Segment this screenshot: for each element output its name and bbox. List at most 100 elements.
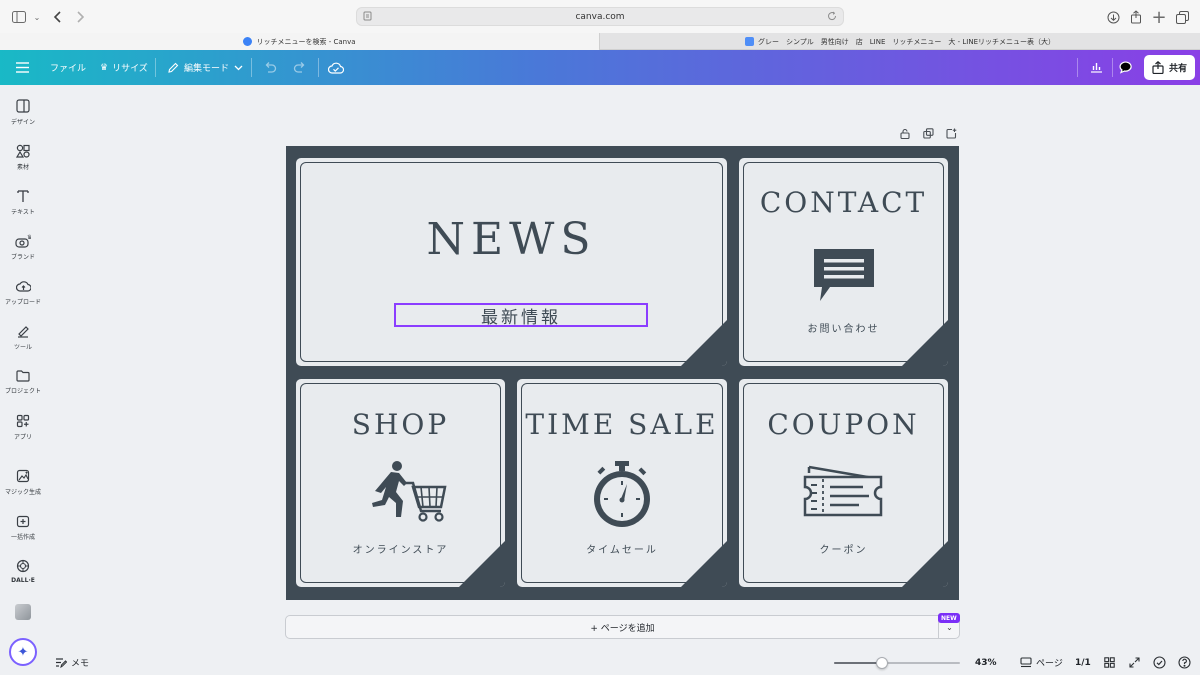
- resize-label: リサイズ: [112, 64, 148, 74]
- cloud-check-icon: [328, 62, 344, 74]
- check-button[interactable]: [1153, 650, 1166, 675]
- new-tab-icon[interactable]: +: [1150, 7, 1168, 28]
- browser-toolbar: ⌄ canva.com +: [0, 0, 1200, 33]
- fullscreen-button[interactable]: [1129, 650, 1140, 675]
- grid-view-icon: [1104, 657, 1115, 668]
- page-counter: 1/1: [1075, 650, 1091, 675]
- tab-overview-icon[interactable]: [1173, 8, 1191, 26]
- editor-toolbar: ファイル ♛ リサイズ 編集モード 共有: [0, 50, 1200, 85]
- folder-icon: [16, 370, 30, 382]
- redo-button[interactable]: [293, 50, 307, 85]
- tab-line-rich-menu[interactable]: グレー シンプル 男性向け 店 LINE リッチメニュー 大 - LINEリッチ…: [600, 33, 1200, 50]
- contact-subtitle[interactable]: お問い合わせ: [739, 320, 948, 335]
- sidebar-item-dalle[interactable]: DALL·E: [0, 559, 46, 599]
- toolbar-divider: [1077, 58, 1078, 77]
- editor-sidebar: デザイン 素材 テキスト ♛ ブランド アップロード ツール プロジェクト アプ…: [0, 85, 46, 675]
- expand-icon: [1129, 657, 1140, 668]
- zoom-level[interactable]: 43%: [975, 650, 997, 675]
- sidebar-item-text[interactable]: テキスト: [0, 189, 46, 229]
- toolbar-divider: [1112, 58, 1113, 77]
- bottom-bar: メモ 43% ページ 1/1: [0, 650, 1200, 675]
- edit-mode-dropdown[interactable]: 編集モード: [167, 50, 243, 85]
- duplicate-page-icon[interactable]: [922, 127, 934, 139]
- save-status-button[interactable]: [328, 50, 344, 85]
- sidebar-item-brand[interactable]: ♛ ブランド: [0, 234, 46, 274]
- sidebar-item-label: ツール: [13, 344, 32, 351]
- sidebar-item-projects[interactable]: プロジェクト: [0, 369, 46, 409]
- sidebar-item-apps[interactable]: アプリ: [0, 414, 46, 454]
- stopwatch-icon: [517, 459, 727, 529]
- sidebar-item-elements[interactable]: 素材: [0, 144, 46, 184]
- forward-icon[interactable]: [71, 8, 89, 26]
- reload-icon[interactable]: [827, 11, 837, 24]
- timesale-subtitle[interactable]: タイムセール: [517, 541, 727, 556]
- sidebar-item-magic-media[interactable]: ✦ マジック生成: [0, 469, 46, 509]
- add-page-icon[interactable]: [945, 127, 957, 139]
- panel-news[interactable]: NEWS 最新情報: [296, 158, 727, 366]
- panel-timesale[interactable]: TIME SALE タイムセール: [517, 379, 727, 587]
- brand-icon: ♛: [15, 234, 31, 248]
- help-button[interactable]: [1178, 650, 1191, 675]
- undo-button[interactable]: [263, 50, 277, 85]
- bar-chart-icon: [1090, 63, 1102, 73]
- pencil-icon: [168, 62, 179, 73]
- bulk-create-icon: [16, 515, 30, 528]
- panel-coupon[interactable]: COUPON クーポン: [739, 379, 948, 587]
- news-title[interactable]: NEWS: [296, 214, 727, 265]
- sidebar-item-upload[interactable]: アップロード: [0, 279, 46, 319]
- zoom-slider-fill: [834, 662, 882, 664]
- pages-button[interactable]: ページ: [1020, 650, 1063, 675]
- lock-icon[interactable]: [899, 127, 911, 139]
- grid-view-button[interactable]: [1104, 650, 1115, 675]
- chevron-down-icon[interactable]: ⌄: [28, 8, 46, 26]
- toolbar-divider: [155, 58, 156, 77]
- sidebar-item-design[interactable]: デザイン: [0, 99, 46, 139]
- zoom-slider-handle[interactable]: [875, 657, 888, 669]
- share-button[interactable]: 共有: [1144, 55, 1195, 80]
- sidebar-toggle-icon[interactable]: [10, 8, 28, 26]
- shop-title[interactable]: SHOP: [296, 408, 505, 441]
- sidebar-item-tools[interactable]: ツール: [0, 324, 46, 364]
- panel-shop[interactable]: SHOP オンラインストア: [296, 379, 505, 587]
- insights-button[interactable]: [1084, 55, 1108, 79]
- text-icon: [17, 190, 29, 202]
- download-icon[interactable]: [1104, 8, 1122, 26]
- new-badge: NEW: [938, 613, 960, 623]
- sidebar-item-label: マジック生成: [4, 489, 41, 496]
- share-icon[interactable]: [1127, 8, 1145, 26]
- resize-button[interactable]: ♛ リサイズ: [100, 50, 148, 85]
- tab-canva-search[interactable]: リッチメニューを検索 - Canva: [0, 33, 600, 50]
- share-label: 共有: [1168, 64, 1187, 74]
- add-page-button[interactable]: + ページを追加: [285, 615, 960, 639]
- back-icon[interactable]: [49, 8, 67, 26]
- sidebar-item-label: デザイン: [10, 119, 35, 126]
- design-canvas[interactable]: NEWS 最新情報 CONTACT お問い合わせ SHOP オンラインストア T…: [286, 146, 959, 600]
- contact-title[interactable]: CONTACT: [739, 186, 948, 219]
- tab-label: リッチメニューを検索 - Canva: [256, 37, 356, 46]
- coupon-subtitle[interactable]: クーポン: [739, 541, 948, 556]
- sidebar-item-bulk-create[interactable]: 一括作成: [0, 514, 46, 554]
- panel-contact[interactable]: CONTACT お問い合わせ: [739, 158, 948, 366]
- comments-button[interactable]: [1114, 55, 1138, 79]
- chat-bubble-icon: [739, 247, 948, 303]
- sidebar-item-label: アプリ: [13, 434, 32, 441]
- hamburger-icon: [16, 62, 29, 73]
- page-settings-icon[interactable]: [363, 11, 372, 24]
- canva-favicon-icon: [243, 37, 253, 46]
- news-subtitle[interactable]: 最新情報: [394, 303, 648, 328]
- edit-mode-label: 編集モード: [184, 64, 230, 74]
- file-menu-button[interactable]: ファイル: [50, 50, 86, 85]
- zoom-slider[interactable]: [834, 657, 960, 669]
- address-bar[interactable]: canva.com: [356, 7, 844, 26]
- coupon-title[interactable]: COUPON: [739, 408, 948, 441]
- shop-subtitle[interactable]: オンラインストア: [296, 541, 505, 556]
- shopping-cart-icon: [296, 461, 505, 523]
- add-page-label: + ページを追加: [590, 623, 655, 634]
- undo-icon: [265, 62, 277, 73]
- sidebar-item-label: DALL·E: [11, 577, 35, 584]
- main-menu-button[interactable]: [16, 50, 29, 85]
- timesale-title[interactable]: TIME SALE: [517, 408, 727, 441]
- toolbar-divider: [251, 58, 252, 77]
- notes-button[interactable]: メモ: [55, 650, 89, 675]
- upload-share-icon: [1152, 61, 1164, 74]
